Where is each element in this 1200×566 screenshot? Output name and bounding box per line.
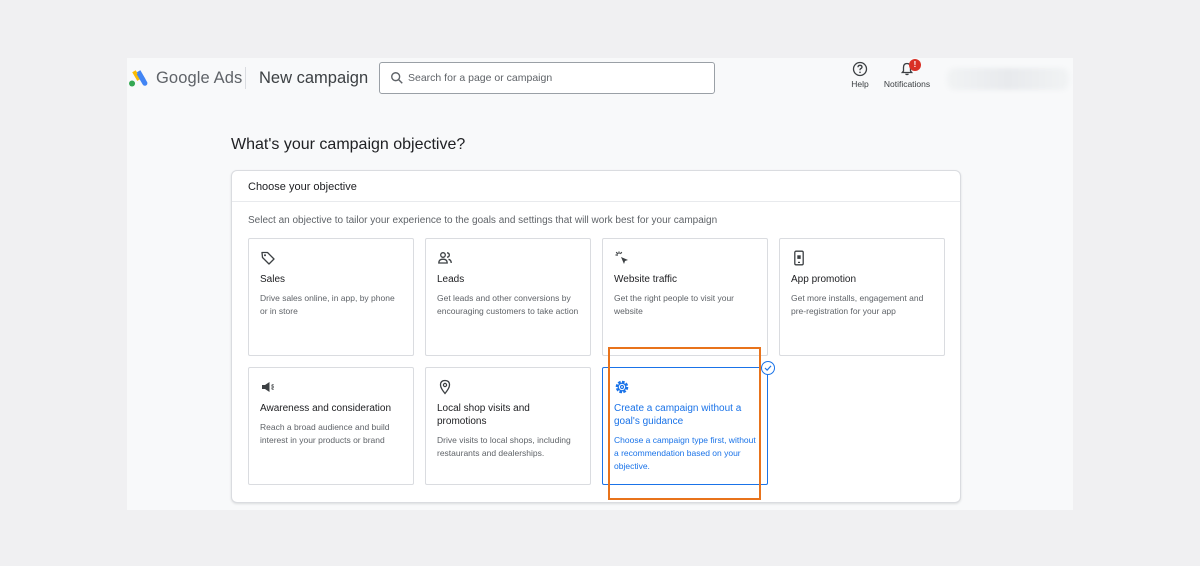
objective-tile-sales[interactable]: Sales Drive sales online, in app, by pho…	[248, 238, 414, 356]
card-header: Choose your objective	[232, 171, 960, 202]
header-divider	[245, 67, 246, 89]
objective-description: Get leads and other conversions by encou…	[437, 293, 579, 316]
highlight-box	[608, 347, 761, 500]
objective-card: Choose your objective Select an objectiv…	[231, 170, 961, 503]
top-bar: Google Ads New campaign Help	[127, 58, 1073, 100]
search-icon	[391, 72, 403, 84]
product-name: Google Ads	[156, 69, 242, 88]
page-title: New campaign	[259, 69, 369, 87]
product-label: Ads	[213, 69, 243, 87]
objective-title: Sales	[260, 274, 286, 285]
help-icon	[852, 61, 868, 77]
objective-tile-local-shop-visits[interactable]: Local shop visits and promotions Drive v…	[425, 367, 591, 485]
objective-tile-leads[interactable]: Leads Get leads and other conversions by…	[425, 238, 591, 356]
selected-check-icon	[761, 361, 775, 375]
objective-title: App promotion	[791, 274, 857, 285]
objective-tile-app-promotion[interactable]: App promotion Get more installs, engagem…	[779, 238, 945, 356]
search-input[interactable]	[408, 69, 708, 87]
objective-description: Get more installs, engagement and pre-re…	[791, 293, 924, 316]
search-box[interactable]	[379, 62, 715, 94]
brand-name: Google	[156, 69, 210, 87]
cursor-click-icon	[615, 251, 628, 264]
objective-title: Local shop visits and promotions	[437, 403, 530, 427]
objective-title: Website traffic	[614, 274, 677, 285]
objective-description: Get the right people to visit your websi…	[614, 293, 735, 316]
objective-title: Leads	[437, 274, 465, 285]
megaphone-icon	[262, 382, 274, 392]
objective-description: Drive sales online, in app, by phone or …	[260, 293, 395, 316]
location-pin-icon	[439, 379, 451, 395]
objective-heading: What's your campaign objective?	[231, 136, 466, 153]
help-label: Help	[851, 79, 869, 89]
objective-tile-awareness[interactable]: Awareness and consideration Reach a broa…	[248, 367, 414, 485]
notification-badge: !	[909, 59, 921, 71]
help-button[interactable]: Help	[847, 61, 873, 89]
tag-icon	[261, 251, 275, 265]
account-menu-blurred[interactable]	[947, 68, 1069, 90]
google-ads-app: Google Ads New campaign Help	[127, 58, 1073, 510]
objective-title: Awareness and consideration	[260, 403, 392, 414]
notifications-label: Notifications	[883, 79, 931, 89]
objective-description: Drive visits to local shops, including r…	[437, 435, 571, 458]
notifications-button[interactable]: ! Notifications	[879, 59, 935, 89]
google-ads-logo-icon[interactable]	[127, 67, 149, 89]
phone-icon	[794, 250, 804, 266]
people-icon	[438, 252, 452, 264]
card-title: Choose your objective	[248, 181, 357, 193]
objective-tile-website-traffic[interactable]: Website traffic Get the right people to …	[602, 238, 768, 356]
card-description: Select an objective to tailor your exper…	[248, 215, 718, 226]
objective-description: Reach a broad audience and build interes…	[260, 422, 390, 445]
